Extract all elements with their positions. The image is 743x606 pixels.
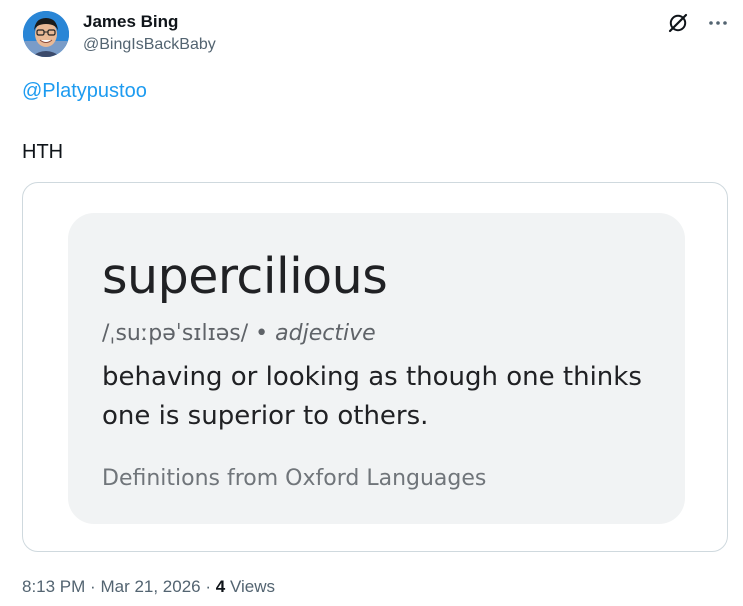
more-icon[interactable]	[705, 10, 731, 36]
views-label: Views	[229, 577, 276, 596]
avatar-image	[23, 11, 69, 57]
pronunciation: /ˌsuːpəˈsɪlɪəs/	[102, 321, 249, 346]
post-date[interactable]: Mar 21, 2026	[100, 577, 200, 596]
definition-box: supercilious /ˌsuːpəˈsɪlɪəs/ • adjective…	[68, 213, 685, 524]
grok-icon[interactable]	[665, 10, 691, 36]
meta-separator: ·	[205, 577, 212, 596]
view-count: 4	[215, 577, 226, 596]
separator: •	[255, 321, 269, 346]
pronunciation-line: /ˌsuːpəˈsɪlɪəs/ • adjective	[102, 321, 651, 346]
definition-meaning: behaving or looking as though one thinks…	[102, 362, 642, 431]
post-text: HTH	[22, 141, 64, 163]
media-card[interactable]: supercilious /ˌsuːpəˈsɪlɪəs/ • adjective…	[22, 182, 728, 552]
mention-link[interactable]: @Platypustoo	[22, 80, 147, 103]
definition-source: Definitions from Oxford Languages	[102, 466, 487, 491]
definition-word: supercilious	[102, 248, 388, 305]
part-of-speech: adjective	[275, 321, 376, 346]
author-handle[interactable]: @BingIsBackBaby	[83, 36, 216, 54]
post-meta: 8:13 PM · Mar 21, 2026 · 4 Views	[22, 577, 275, 597]
post-actions	[665, 10, 731, 36]
meta-separator: ·	[90, 577, 96, 596]
avatar[interactable]	[23, 11, 69, 57]
author-name[interactable]: James Bing	[83, 12, 178, 32]
post-time[interactable]: 8:13 PM	[22, 577, 85, 596]
